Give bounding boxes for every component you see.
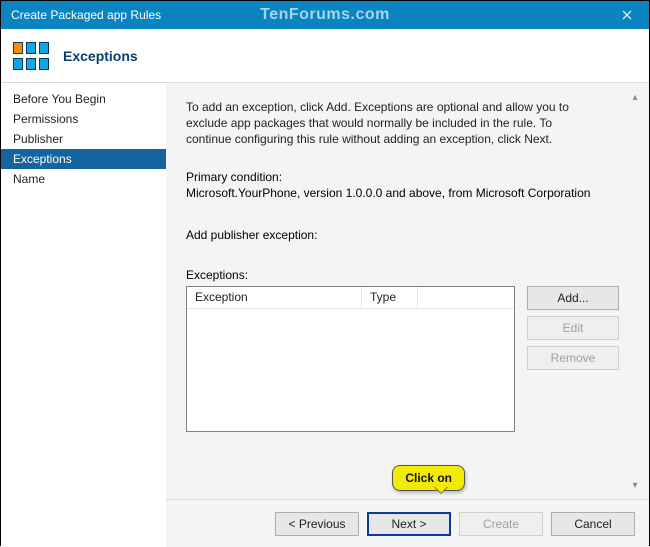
- packaged-app-icon: [13, 42, 49, 70]
- tooltip-text: Click on: [405, 471, 452, 485]
- wizard-footer: < Previous Next > Create Cancel: [166, 499, 649, 547]
- column-exception[interactable]: Exception: [187, 287, 362, 308]
- column-spacer: [418, 287, 514, 308]
- description-text: To add an exception, click Add. Exceptio…: [186, 99, 596, 148]
- create-button: Create: [459, 512, 543, 536]
- list-header: Exception Type: [187, 287, 514, 309]
- primary-condition-value: Microsoft.YourPhone, version 1.0.0.0 and…: [186, 186, 619, 200]
- remove-button: Remove: [527, 346, 619, 370]
- wizard-body: Before You Begin Permissions Publisher E…: [1, 83, 649, 547]
- step-name[interactable]: Name: [1, 169, 166, 189]
- previous-button[interactable]: < Previous: [275, 512, 359, 536]
- wizard-steps: Before You Begin Permissions Publisher E…: [1, 83, 166, 547]
- window-title: Create Packaged app Rules: [11, 8, 161, 22]
- close-icon: [622, 10, 632, 20]
- scroll-up-icon[interactable]: ▴: [627, 89, 643, 105]
- exceptions-label: Exceptions:: [186, 268, 619, 282]
- step-exceptions[interactable]: Exceptions: [1, 149, 166, 169]
- add-publisher-label: Add publisher exception:: [186, 228, 619, 242]
- watermark: TenForums.com: [260, 6, 390, 24]
- exceptions-list[interactable]: Exception Type: [186, 286, 515, 432]
- step-permissions[interactable]: Permissions: [1, 109, 166, 129]
- step-publisher[interactable]: Publisher: [1, 129, 166, 149]
- main-panel: ▴ To add an exception, click Add. Except…: [166, 83, 649, 547]
- page-title: Exceptions: [63, 48, 138, 64]
- step-before-you-begin[interactable]: Before You Begin: [1, 89, 166, 109]
- wizard-header: Exceptions: [1, 29, 649, 83]
- annotation-tooltip: Click on: [392, 465, 465, 491]
- add-button[interactable]: Add...: [527, 286, 619, 310]
- primary-condition-label: Primary condition:: [186, 170, 619, 184]
- cancel-button[interactable]: Cancel: [551, 512, 635, 536]
- content-area: ▴ To add an exception, click Add. Except…: [166, 83, 649, 499]
- scroll-down-icon[interactable]: ▾: [627, 477, 643, 493]
- list-buttons: Add... Edit Remove: [527, 286, 619, 370]
- titlebar: Create Packaged app Rules TenForums.com: [1, 1, 649, 29]
- close-button[interactable]: [605, 1, 649, 29]
- edit-button: Edit: [527, 316, 619, 340]
- column-type[interactable]: Type: [362, 287, 418, 308]
- next-button[interactable]: Next >: [367, 512, 451, 536]
